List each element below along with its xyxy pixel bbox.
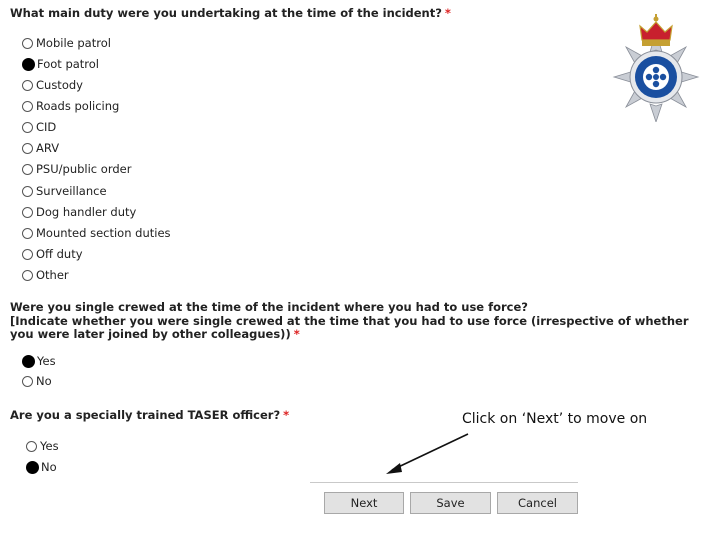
question-main-duty: What main duty were you undertaking at t… (10, 7, 451, 20)
radio-option-yes[interactable]: Yes (26, 439, 59, 453)
question-taser-officer-label: Are you a specially trained TASER office… (10, 408, 281, 422)
radio-option-no[interactable]: No (26, 460, 57, 474)
radio-option-surveillance[interactable]: Surveillance (22, 184, 107, 198)
radio-button[interactable] (22, 79, 33, 91)
radio-button[interactable] (22, 163, 33, 175)
question-taser-officer: Are you a specially trained TASER office… (10, 409, 289, 422)
required-marker: * (283, 408, 290, 422)
radio-button[interactable] (26, 440, 37, 452)
next-button[interactable]: Next (324, 492, 404, 514)
required-marker: * (444, 6, 451, 20)
radio-option-label: Custody (36, 78, 83, 92)
radio-button-selected[interactable] (26, 460, 39, 474)
radio-option-yes[interactable]: Yes (22, 354, 56, 368)
radio-option-label: CID (36, 120, 57, 134)
question-single-crewed-hint: [Indicate whether you were single crewed… (10, 315, 716, 341)
radio-option-mobile-patrol[interactable]: Mobile patrol (22, 36, 111, 50)
radio-option-no[interactable]: No (22, 374, 52, 388)
radio-button[interactable] (22, 185, 33, 197)
radio-option-label: No (36, 374, 52, 388)
callout-arrow-icon (386, 433, 469, 474)
save-button[interactable]: Save (410, 492, 491, 514)
question-hint-text: [Indicate whether you were single crewed… (10, 314, 689, 341)
radio-button[interactable] (22, 269, 33, 281)
police-crest-icon (612, 14, 700, 122)
radio-option-foot-patrol[interactable]: Foot patrol (22, 57, 99, 71)
radio-button[interactable] (22, 142, 33, 154)
radio-option-dog-handler-duty[interactable]: Dog handler duty (22, 205, 136, 219)
radio-option-label: Other (36, 268, 69, 282)
question-main-duty-label: What main duty were you undertaking at t… (10, 6, 442, 20)
radio-option-other[interactable]: Other (22, 268, 69, 282)
radio-button[interactable] (22, 121, 33, 133)
radio-option-label: Mounted section duties (36, 226, 171, 240)
radio-button[interactable] (22, 37, 33, 49)
radio-option-label: Yes (37, 354, 56, 368)
radio-option-mounted-section-duties[interactable]: Mounted section duties (22, 226, 171, 240)
radio-button[interactable] (22, 375, 33, 387)
radio-option-label: Surveillance (36, 184, 107, 198)
radio-option-off-duty[interactable]: Off duty (22, 247, 83, 261)
radio-button[interactable] (22, 206, 33, 218)
radio-option-label: No (41, 460, 57, 474)
callout-instruction: Click on ‘Next’ to move on (462, 411, 648, 427)
radio-button-selected[interactable] (22, 57, 35, 71)
radio-option-custody[interactable]: Custody (22, 78, 83, 92)
form-button-bar: Next Save Cancel (310, 482, 578, 514)
radio-option-label: Mobile patrol (36, 36, 111, 50)
radio-option-label: PSU/public order (36, 162, 132, 176)
radio-option-label: Foot patrol (37, 57, 100, 71)
radio-button-selected[interactable] (22, 354, 35, 368)
radio-option-arv[interactable]: ARV (22, 141, 59, 155)
radio-option-label: Yes (40, 439, 59, 453)
question-single-crewed-label: Were you single crewed at the time of th… (10, 300, 528, 314)
radio-option-psu-public-order[interactable]: PSU/public order (22, 162, 131, 176)
radio-button[interactable] (22, 227, 33, 239)
radio-option-cid[interactable]: CID (22, 120, 56, 134)
radio-option-label: Off duty (36, 247, 83, 261)
radio-button[interactable] (22, 100, 33, 112)
cancel-button[interactable]: Cancel (497, 492, 578, 514)
radio-option-label: Dog handler duty (36, 205, 137, 219)
radio-button[interactable] (22, 248, 33, 260)
radio-option-label: Roads policing (36, 99, 120, 113)
radio-option-label: ARV (36, 141, 60, 155)
required-marker: * (293, 327, 300, 341)
radio-option-roads-policing[interactable]: Roads policing (22, 99, 119, 113)
question-single-crewed: Were you single crewed at the time of th… (10, 301, 528, 314)
